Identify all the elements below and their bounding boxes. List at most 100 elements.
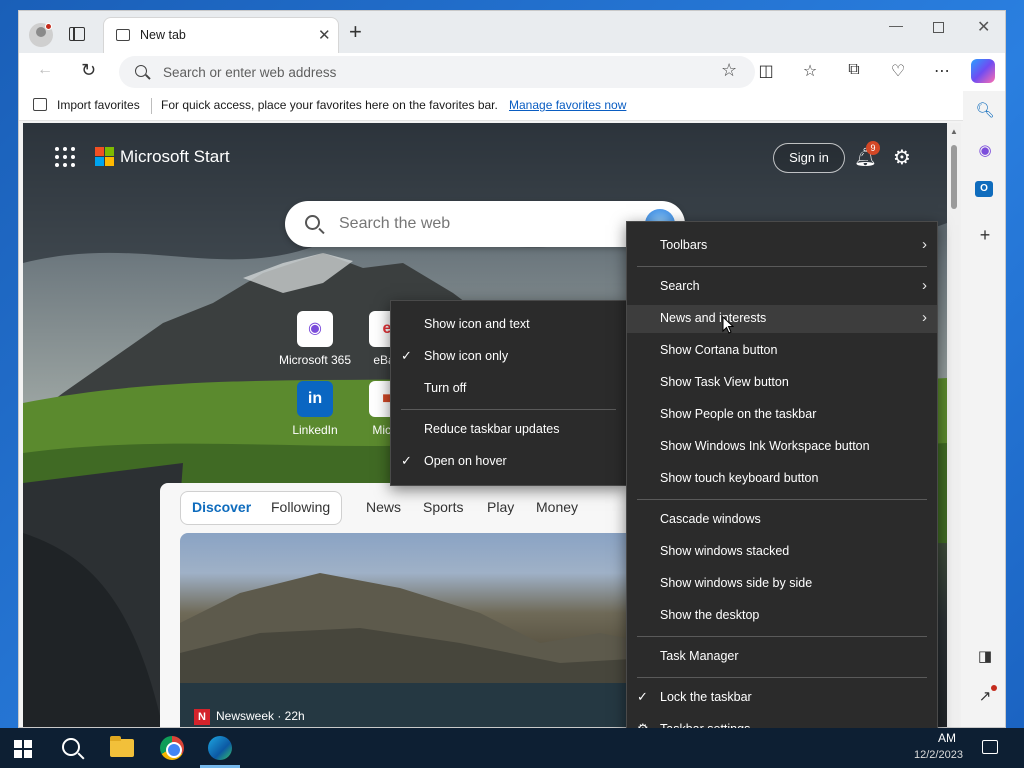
collections-icon[interactable]: ⧉ — [843, 61, 865, 79]
web-search-input[interactable] — [339, 213, 619, 235]
clock-time[interactable]: AM — [938, 731, 956, 745]
menu-item-show-icon-and-text[interactable]: Show icon and text — [391, 311, 626, 339]
microsoft-365-icon: ◉ — [297, 311, 333, 347]
browser-essentials-icon[interactable]: ♡ — [887, 61, 909, 81]
browser-toolbar: ← ↻ ☆ ◫ ☆ ⧉ ♡ ⋯ — [19, 53, 1005, 91]
address-input[interactable] — [163, 62, 703, 82]
menu-item-show-touch-keyboard[interactable]: Show touch keyboard button — [627, 465, 937, 493]
windows-taskbar[interactable]: AM 12/2/2023 — [0, 728, 1024, 768]
menu-item-open-on-hover[interactable]: ✓ Open on hover — [391, 448, 626, 476]
news-card-image[interactable]: N Newsweek · 22h — [180, 533, 650, 727]
tab-close-icon[interactable]: ✕ — [318, 26, 331, 44]
profile-button[interactable] — [29, 23, 53, 47]
menu-item-show-ink-workspace[interactable]: Show Windows Ink Workspace button — [627, 433, 937, 461]
menu-item-windows-side-by-side[interactable]: Show windows side by side — [627, 570, 937, 598]
menu-item-show-desktop[interactable]: Show the desktop — [627, 602, 937, 630]
apps-grid-icon[interactable] — [55, 147, 75, 167]
refresh-icon[interactable]: ↻ — [81, 60, 96, 81]
close-window-button[interactable]: ✕ — [977, 17, 990, 37]
microsoft-logo-icon — [95, 147, 114, 166]
menu-divider — [637, 636, 927, 637]
sidebar-outlook-icon[interactable]: O — [975, 181, 995, 201]
tab-following[interactable]: Following — [271, 499, 330, 515]
chrome-icon[interactable] — [160, 736, 184, 760]
favorites-icon[interactable]: ☆ — [799, 61, 821, 81]
menu-item-reduce-taskbar-updates[interactable]: Reduce taskbar updates — [391, 416, 626, 444]
menu-item-windows-stacked[interactable]: Show windows stacked — [627, 538, 937, 566]
checkmark-icon: ✓ — [401, 348, 412, 363]
edge-icon[interactable] — [208, 736, 232, 760]
news-photo — [180, 573, 650, 727]
sidebar-search-icon[interactable]: 🔍︎ — [975, 101, 995, 121]
web-search-box[interactable] — [285, 201, 685, 247]
favorites-bar: Import favorites For quick access, place… — [19, 91, 1005, 121]
news-interests-submenu: Show icon and text ✓ Show icon only Turn… — [390, 300, 627, 486]
manage-favorites-link[interactable]: Manage favorites now — [509, 98, 626, 112]
tab-money[interactable]: Money — [536, 499, 578, 515]
sidebar-m365-icon[interactable]: ◉ — [975, 141, 995, 161]
sign-in-button[interactable]: Sign in — [773, 143, 845, 173]
file-explorer-icon[interactable] — [110, 736, 134, 757]
brand-title: Microsoft Start — [120, 147, 230, 166]
menu-item-news-and-interests[interactable]: News and interests › — [627, 305, 937, 333]
tab-news[interactable]: News — [366, 499, 401, 515]
chevron-right-icon: › — [922, 236, 927, 253]
quick-link-label: LinkedIn — [292, 423, 338, 437]
import-favorites-icon[interactable] — [33, 98, 47, 111]
tab-sports[interactable]: Sports — [423, 499, 463, 515]
scrollbar-thumb[interactable] — [951, 145, 957, 209]
sidebar-add-icon[interactable]: + — [975, 225, 995, 245]
search-icon — [135, 65, 147, 77]
newsweek-logo-icon: N — [194, 709, 210, 725]
menu-item-cascade-windows[interactable]: Cascade windows — [627, 506, 937, 534]
taskbar-context-menu: Toolbars › Search › News and interests ›… — [626, 221, 938, 753]
maximize-button[interactable] — [933, 22, 944, 33]
chevron-right-icon: › — [922, 309, 927, 326]
new-tab-page-icon — [116, 29, 130, 41]
sidebar-hide-icon[interactable]: ◨ — [975, 647, 995, 667]
menu-item-show-icon-only[interactable]: ✓ Show icon only — [391, 343, 626, 371]
quick-link-microsoft-365[interactable]: ◉ Microsoft 365 — [275, 311, 355, 367]
menu-item-show-task-view-button[interactable]: Show Task View button — [627, 369, 937, 397]
new-tab-button[interactable]: + — [349, 21, 362, 43]
add-favorite-star-icon[interactable]: ☆ — [721, 60, 737, 81]
tab-bar: New tab ✕ + — ✕ — [19, 11, 1005, 53]
linkedin-icon: in — [297, 381, 333, 417]
profile-alert-dot — [45, 23, 52, 30]
back-arrow-icon[interactable]: ← — [37, 61, 53, 79]
import-favorites-button[interactable]: Import favorites — [57, 98, 140, 112]
menu-item-search[interactable]: Search › — [627, 273, 937, 301]
favorites-bar-hint: For quick access, place your favorites h… — [161, 98, 498, 112]
tab-new-tab[interactable]: New tab ✕ — [103, 17, 339, 53]
divider — [151, 98, 152, 114]
mouse-cursor-icon — [722, 316, 734, 334]
menu-item-toolbars[interactable]: Toolbars › — [627, 232, 937, 260]
menu-divider — [637, 499, 927, 500]
sidebar-external-link-icon[interactable]: ↗ — [975, 685, 997, 707]
scroll-up-icon[interactable]: ▲ — [950, 127, 958, 136]
quick-link-linkedin[interactable]: in LinkedIn — [275, 381, 355, 437]
tab-title: New tab — [140, 28, 186, 42]
chevron-right-icon: › — [922, 277, 927, 294]
split-screen-icon[interactable]: ◫ — [755, 61, 777, 81]
tab-play[interactable]: Play — [487, 499, 514, 515]
menu-item-show-cortana-button[interactable]: Show Cortana button — [627, 337, 937, 365]
settings-gear-icon[interactable]: ⚙ — [893, 145, 911, 170]
minimize-button[interactable]: — — [889, 17, 903, 33]
menu-item-show-people[interactable]: Show People on the taskbar — [627, 401, 937, 429]
address-bar[interactable]: ☆ — [119, 56, 755, 88]
edge-sidebar: 🔍︎ ◉ O + ◨ ↗ ⚙ — [963, 91, 1005, 727]
tab-actions-icon[interactable] — [69, 27, 85, 41]
menu-item-lock-taskbar[interactable]: ✓ Lock the taskbar — [627, 684, 937, 712]
copilot-icon[interactable] — [971, 59, 995, 83]
menu-item-turn-off[interactable]: Turn off — [391, 375, 626, 403]
more-options-icon[interactable]: ⋯ — [931, 61, 953, 81]
page-scrollbar[interactable]: ▲ — [947, 123, 961, 727]
notification-center-icon[interactable] — [982, 740, 998, 754]
menu-item-task-manager[interactable]: Task Manager — [627, 643, 937, 671]
taskbar-search-icon[interactable] — [62, 738, 80, 756]
menu-divider — [401, 409, 616, 410]
tab-discover[interactable]: Discover — [192, 499, 251, 515]
clock-date[interactable]: 12/2/2023 — [914, 749, 963, 761]
start-button-windows-icon[interactable] — [14, 740, 32, 758]
